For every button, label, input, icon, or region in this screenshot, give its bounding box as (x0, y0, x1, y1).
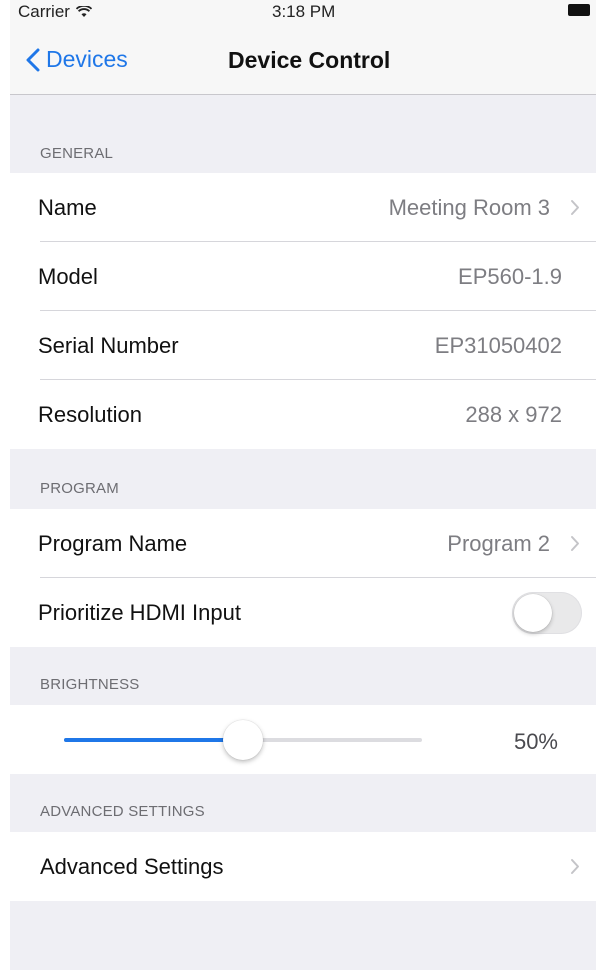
carrier-label: Carrier (18, 2, 70, 21)
status-time: 3:18 PM (272, 2, 336, 21)
resolution-label: Resolution (38, 402, 142, 427)
program-name-label: Program Name (38, 531, 188, 556)
chevron-right-icon (571, 200, 579, 215)
device-control-screen: Carrier 3:18 PM Devices Device Control G… (10, 0, 596, 970)
serial-number-label: Serial Number (38, 333, 179, 358)
navigation-bar: Devices Device Control (10, 28, 596, 95)
chevron-right-icon (571, 859, 579, 874)
battery-icon (568, 4, 590, 16)
prioritize-hdmi-row: Prioritize HDMI Input (10, 578, 596, 647)
brightness-row: 50% (10, 705, 596, 774)
program-name-row[interactable]: Program Name Program 2 (10, 509, 596, 578)
model-row: Model EP560-1.9 (10, 242, 596, 311)
advanced-group: Advanced Settings (10, 832, 596, 901)
section-header-general: GENERAL (40, 145, 114, 162)
name-value: Meeting Room 3 (388, 195, 550, 220)
section-header-advanced-settings: ADVANCED SETTINGS (40, 803, 205, 820)
brightness-slider[interactable] (64, 720, 422, 760)
back-button-label: Devices (46, 46, 128, 72)
brightness-value: 50% (513, 729, 558, 754)
chevron-left-icon (26, 48, 40, 71)
advanced-settings-row[interactable]: Advanced Settings (10, 832, 596, 901)
program-name-value: Program 2 (447, 531, 550, 556)
chevron-right-icon (571, 536, 579, 551)
slider-thumb[interactable] (223, 720, 263, 760)
back-button[interactable]: Devices (26, 46, 128, 73)
carrier-indicator: Carrier (18, 2, 92, 22)
toggle-knob (514, 594, 552, 632)
model-value: EP560-1.9 (458, 264, 562, 289)
advanced-settings-label: Advanced Settings (40, 854, 224, 879)
page-title: Device Control (228, 47, 391, 73)
brightness-group: 50% (10, 705, 596, 774)
status-bar: Carrier 3:18 PM (10, 0, 596, 28)
name-label: Name (38, 195, 97, 220)
resolution-value: 288 x 972 (465, 402, 562, 427)
section-header-brightness: BRIGHTNESS (40, 676, 140, 693)
serial-number-value: EP31050402 (434, 333, 562, 358)
program-group: Program Name Program 2 Prioritize HDMI I… (10, 509, 596, 647)
name-row[interactable]: Name Meeting Room 3 (10, 173, 596, 242)
left-edge (0, 0, 10, 970)
wifi-icon (75, 6, 92, 17)
prioritize-hdmi-label: Prioritize HDMI Input (38, 600, 241, 625)
resolution-row: Resolution 288 x 972 (10, 380, 596, 449)
serial-number-row: Serial Number EP31050402 (10, 311, 596, 380)
model-label: Model (38, 264, 98, 289)
section-header-program: PROGRAM (40, 480, 119, 497)
slider-fill (64, 738, 243, 742)
prioritize-hdmi-toggle[interactable] (512, 592, 582, 634)
general-group: Name Meeting Room 3 Model EP560-1.9 Seri… (10, 173, 596, 449)
